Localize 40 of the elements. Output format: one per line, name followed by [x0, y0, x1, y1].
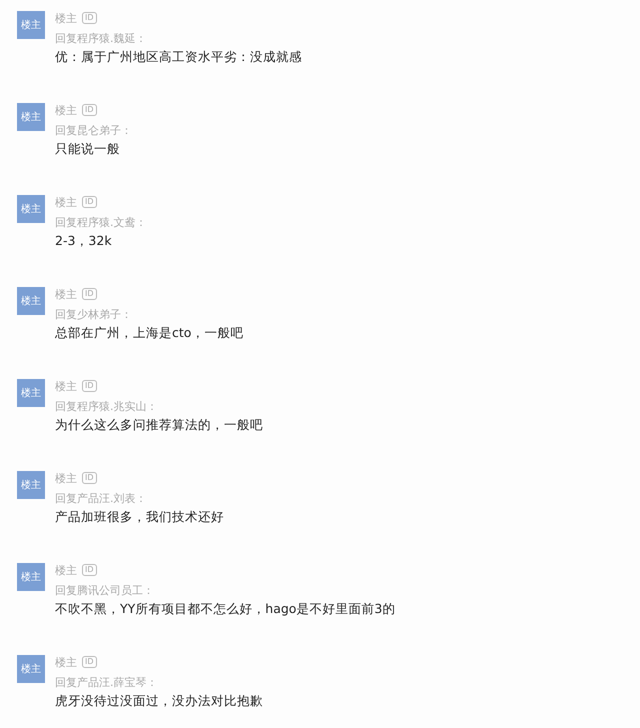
comment-text: 总部在广州，上海是cto，一般吧: [55, 325, 244, 341]
comment-text: 为什么这么多问推荐算法的，一般吧: [55, 417, 263, 433]
comment-text: 优：属于广州地区高工资水平劣：没成就感: [55, 49, 302, 65]
avatar: 楼主: [17, 287, 45, 315]
comment-text: 只能说一般: [55, 141, 121, 157]
reply-label: 回复少林弟子：: [55, 308, 133, 322]
author-name: 楼主: [55, 564, 77, 576]
id-badge: ID: [82, 12, 97, 24]
reply-label: 回复昆仑弟子：: [55, 124, 132, 138]
id-badge: ID: [82, 104, 97, 116]
comment-text: 2-3，32k: [55, 233, 113, 249]
avatar: 楼主: [17, 655, 45, 683]
comment-text: 虎牙没待过没面过，没办法对比抱歉: [55, 693, 263, 709]
id-badge: ID: [82, 564, 97, 576]
avatar: 楼主: [17, 379, 45, 407]
author-name: 楼主: [55, 288, 77, 300]
avatar: 楼主: [17, 563, 45, 591]
avatar: 楼主: [17, 11, 45, 39]
author-name: 楼主: [55, 380, 77, 392]
id-badge: ID: [82, 196, 97, 208]
avatar: 楼主: [17, 471, 45, 499]
reply-label: 回复程序猿.兆实山：: [55, 400, 158, 414]
id-badge: ID: [82, 656, 97, 668]
avatar: 楼主: [17, 195, 45, 223]
comment-text: 不吹不黑，YY所有项目都不怎么好，hago是不好里面前3的: [55, 601, 396, 617]
author-name: 楼主: [55, 196, 77, 208]
avatar: 楼主: [17, 103, 45, 131]
id-badge: ID: [82, 380, 97, 392]
reply-label: 回复程序猿.文鸯：: [55, 216, 146, 230]
author-name: 楼主: [55, 104, 77, 116]
author-name: 楼主: [55, 12, 77, 24]
reply-label: 回复产品汪.薛宝琴：: [55, 676, 158, 690]
author-name: 楼主: [55, 656, 77, 668]
author-name: 楼主: [55, 472, 77, 484]
reply-label: 回复程序猿.魏延：: [55, 32, 148, 46]
id-badge: ID: [82, 288, 97, 300]
reply-label: 回复产品汪.刘表：: [55, 492, 148, 506]
comment-text: 产品加班很多，我们技术还好: [55, 509, 224, 525]
reply-label: 回复腾讯公司员工：: [55, 584, 155, 598]
id-badge: ID: [82, 472, 97, 484]
